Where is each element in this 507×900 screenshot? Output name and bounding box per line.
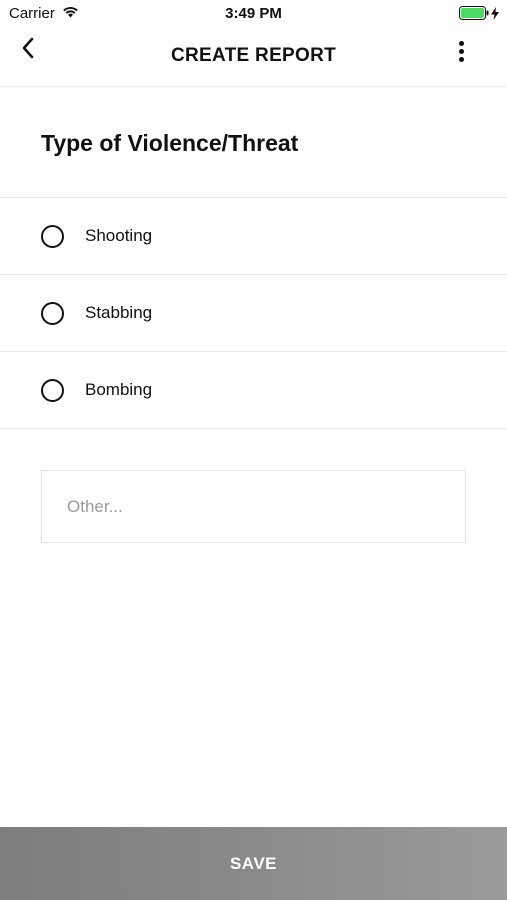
radio-button-icon[interactable]	[41, 379, 64, 402]
radio-button-icon[interactable]	[41, 302, 64, 325]
option-label: Shooting	[85, 226, 153, 245]
more-dot-icon	[458, 56, 464, 62]
nav-bar: CREATE REPORT	[0, 28, 507, 87]
option-label: Bombing	[85, 380, 153, 399]
option-stabbing[interactable]: Stabbing	[0, 275, 507, 352]
charging-icon	[491, 6, 499, 25]
more-dot-icon	[458, 48, 464, 54]
option-label: Stabbing	[85, 303, 153, 322]
radio-button-icon[interactable]	[41, 225, 64, 248]
option-shooting[interactable]: Shooting	[0, 198, 507, 275]
save-button[interactable]: SAVE	[0, 827, 507, 900]
more-dot-icon	[458, 40, 464, 46]
section-title: Type of Violence/Threat	[41, 130, 299, 156]
battery-icon	[459, 6, 489, 25]
other-input[interactable]	[41, 470, 466, 543]
more-options-button[interactable]	[453, 38, 469, 64]
section-header: Type of Violence/Threat	[0, 87, 507, 198]
status-bar: Carrier 3:49 PM	[0, 0, 507, 28]
option-bombing[interactable]: Bombing	[0, 352, 507, 429]
page-title: CREATE REPORT	[170, 45, 337, 66]
status-right	[459, 6, 499, 25]
status-time: 3:49 PM	[225, 5, 282, 22]
